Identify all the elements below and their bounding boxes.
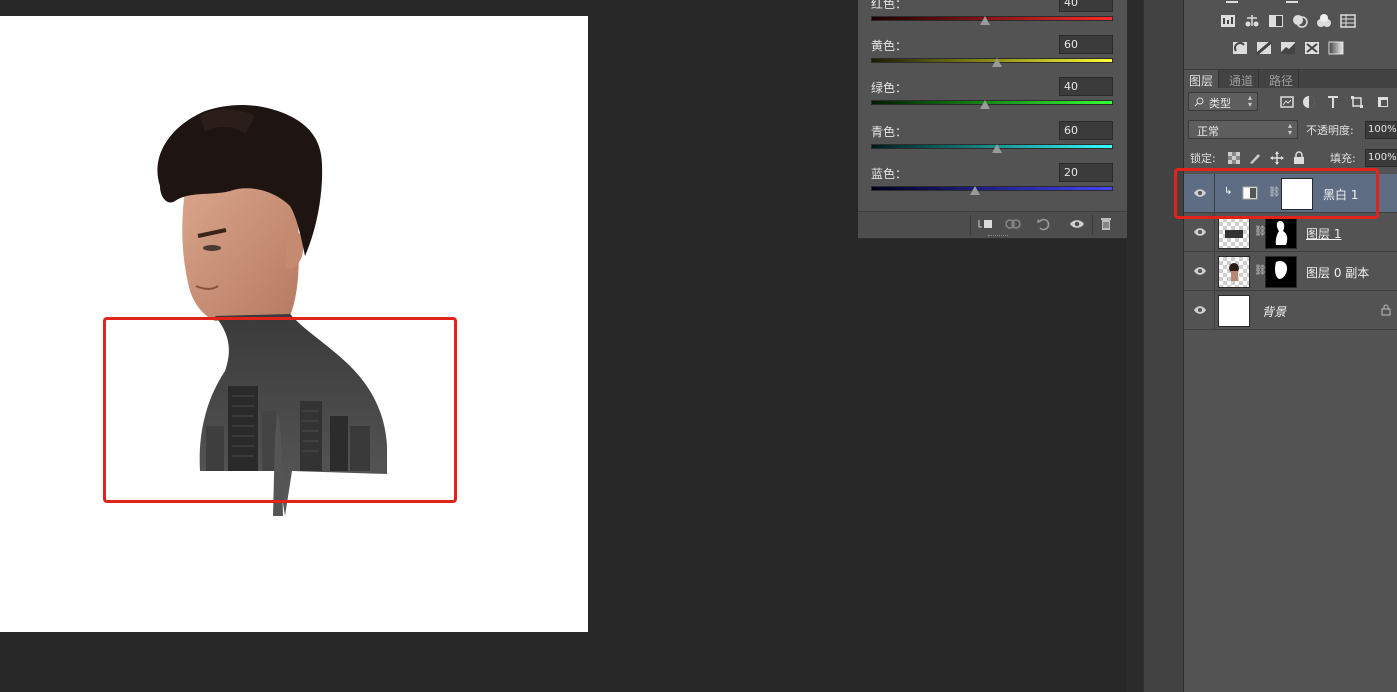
shape-layer-filter-icon[interactable] <box>1350 95 1364 109</box>
lock-position-icon[interactable] <box>1270 151 1284 165</box>
fill-input[interactable]: 100% <box>1365 149 1397 167</box>
slider-row-cyan: 青色： 60 <box>871 121 1113 159</box>
slider-row-red: 红色： 40 <box>871 0 1113 31</box>
search-icon <box>1194 97 1204 107</box>
properties-panel: 红色： 40 黄色： 60 绿色： 40 青色： 60 蓝色： 20 ▼ <box>858 0 1143 239</box>
smart-object-filter-icon[interactable] <box>1376 95 1390 109</box>
selective-color-icon[interactable] <box>1304 41 1320 55</box>
layer-name[interactable]: 图层 0 副本 <box>1306 264 1369 281</box>
slider-label: 绿色： <box>871 81 908 95</box>
slider-row-yellow: 黄色： 60 <box>871 35 1113 73</box>
layer-name[interactable]: 图层 1 <box>1306 225 1341 242</box>
mask-link-icon[interactable]: ⛓ <box>1254 265 1267 279</box>
color-lookup-icon[interactable] <box>1340 14 1356 28</box>
lock-label: 锁定: <box>1190 152 1216 165</box>
blend-mode-select[interactable]: 正常 ▴ ▾ <box>1188 120 1298 139</box>
slider-knob[interactable] <box>970 186 981 195</box>
lock-transparent-pixels-icon[interactable] <box>1228 152 1240 164</box>
exposure-icon[interactable] <box>1284 0 1300 14</box>
select-arrows-icon: ▴ ▾ <box>1287 121 1292 137</box>
lock-all-icon[interactable] <box>1293 151 1305 165</box>
layer-thumbnail[interactable] <box>1218 256 1250 288</box>
right-dock: 图层 通道 路径 类型 ▴ ▾ 正常 ▴ ▾ 不透明度: 100% 锁定: 填充: … <box>1184 0 1397 692</box>
properties-footer <box>858 211 1143 238</box>
trash-icon[interactable] <box>1097 217 1115 233</box>
slider-value-input[interactable]: 40 <box>1059 0 1113 12</box>
levels-icon[interactable] <box>1220 14 1236 28</box>
slider-row-green: 绿色： 40 <box>871 77 1113 115</box>
layer-mask-thumbnail[interactable] <box>1265 217 1297 249</box>
visibility-eye-icon[interactable] <box>1193 304 1207 316</box>
layer-row-background[interactable]: 背景 <box>1184 291 1397 330</box>
photo-filter-icon[interactable] <box>1292 14 1308 28</box>
lock-image-pixels-icon[interactable] <box>1248 151 1262 165</box>
slider-value-input[interactable]: 40 <box>1059 77 1113 96</box>
visibility-eye-icon[interactable] <box>1193 265 1207 277</box>
layer-row-layer-0-copy[interactable]: ⛓ 图层 0 副本 <box>1184 252 1397 291</box>
black-white-icon[interactable] <box>1268 14 1284 28</box>
invert-icon[interactable] <box>1232 41 1248 55</box>
tab-channels[interactable]: 通道 <box>1224 70 1260 88</box>
brightness-contrast-icon[interactable] <box>1224 0 1240 14</box>
collapsed-panel-strip <box>1143 0 1183 692</box>
slider-value-input[interactable]: 20 <box>1059 163 1113 182</box>
slider-track[interactable] <box>871 16 1113 21</box>
pixel-layer-filter-icon[interactable] <box>1280 95 1294 109</box>
opacity-input[interactable]: 100% <box>1365 121 1397 139</box>
resize-grip[interactable] <box>988 235 1008 237</box>
layer-lock-icon <box>1381 304 1391 316</box>
tab-paths[interactable]: 路径 <box>1264 70 1300 88</box>
slider-value-input[interactable]: 60 <box>1059 35 1113 54</box>
threshold-icon[interactable] <box>1280 41 1296 55</box>
slider-label: 黄色： <box>871 39 908 53</box>
reset-icon[interactable] <box>1035 217 1053 233</box>
layer-filter-select[interactable]: 类型 ▴ ▾ <box>1188 92 1258 111</box>
slider-knob[interactable] <box>991 58 1002 67</box>
opacity-label: 不透明度: <box>1306 124 1354 137</box>
slider-knob[interactable] <box>979 16 990 25</box>
color-balance-icon[interactable] <box>1244 14 1260 28</box>
panel-gutter <box>1127 0 1143 692</box>
channel-mixer-icon[interactable] <box>1316 14 1332 28</box>
gradient-map-icon[interactable] <box>1328 41 1344 55</box>
slider-value-input[interactable]: 60 <box>1059 121 1113 140</box>
layer-thumbnail[interactable] <box>1218 217 1250 249</box>
slider-track[interactable] <box>871 100 1113 105</box>
slider-knob[interactable] <box>991 144 1002 153</box>
layer-divider <box>1214 291 1215 330</box>
blend-mode-value: 正常 <box>1197 125 1219 138</box>
view-previous-state-icon[interactable] <box>1004 217 1022 233</box>
layer-thumbnail[interactable] <box>1218 295 1250 327</box>
slider-label: 蓝色： <box>871 167 908 181</box>
type-layer-filter-icon[interactable] <box>1326 95 1340 109</box>
adjustments-panel <box>1184 0 1397 70</box>
tab-layers[interactable]: 图层 <box>1184 70 1220 88</box>
adjustment-layer-filter-icon[interactable] <box>1302 95 1316 109</box>
mask-link-icon[interactable]: ⛓ <box>1254 226 1267 240</box>
visibility-eye-icon[interactable] <box>1068 217 1086 233</box>
footer-divider <box>1092 215 1093 235</box>
layers-tab-bar: 图层 通道 路径 <box>1184 70 1397 88</box>
slider-label: 红色： <box>871 0 908 11</box>
footer-divider <box>970 215 971 235</box>
slider-knob[interactable] <box>979 100 990 109</box>
visibility-eye-icon[interactable] <box>1193 226 1207 238</box>
layer-highlight-box <box>1174 168 1379 219</box>
canvas-highlight-box <box>103 317 457 503</box>
filter-kind-label: 类型 <box>1209 97 1231 110</box>
slider-track[interactable] <box>871 186 1113 191</box>
fill-label: 填充: <box>1330 152 1356 165</box>
clip-to-layer-icon[interactable] <box>976 217 994 233</box>
slider-row-blue: 蓝色： 20 <box>871 163 1113 201</box>
layer-mask-thumbnail[interactable] <box>1265 256 1297 288</box>
slider-label: 青色： <box>871 125 908 139</box>
layer-divider <box>1214 252 1215 291</box>
posterize-icon[interactable] <box>1256 41 1272 55</box>
layer-name[interactable]: 背景 <box>1262 303 1286 320</box>
select-arrows-icon: ▴ ▾ <box>1247 93 1252 109</box>
